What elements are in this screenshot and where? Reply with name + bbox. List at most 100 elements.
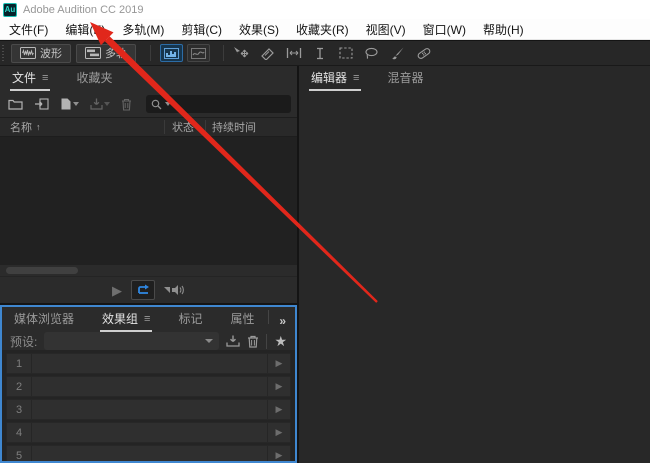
multitrack-view-button[interactable]: 多轨 (76, 43, 136, 63)
speaker-caret-icon (164, 287, 170, 293)
slot-empty[interactable] (32, 377, 267, 396)
tab-files[interactable]: 文件 ≡ (10, 65, 51, 91)
waveform-button-label: 波形 (40, 48, 62, 60)
file-list-header: 名称 ↑ 状态 持续时间 (0, 117, 297, 137)
tab-media-browser[interactable]: 媒体浏览器 (12, 307, 76, 332)
title-bar: Au Adobe Audition CC 2019 (0, 0, 650, 19)
new-file-caret-icon (73, 102, 79, 106)
tab-effects-rack[interactable]: 效果组 ≡ (100, 307, 153, 332)
save-file-caret-icon (104, 102, 110, 106)
time-selection-tool[interactable] (311, 45, 328, 61)
delete-file-icon[interactable] (121, 98, 132, 111)
multitrack-icon (85, 47, 101, 59)
menu-window[interactable]: 窗口(W) (423, 21, 466, 38)
column-divider[interactable] (205, 120, 206, 134)
column-duration[interactable]: 持续时间 (212, 119, 256, 135)
toolbar-grip-handle[interactable] (2, 44, 7, 62)
paintbrush-selection-tool[interactable] (389, 45, 406, 61)
rack-slot-list: 1 ▶ 2 ▶ 3 ▶ 4 ▶ 5 ▶ (2, 350, 295, 461)
spectral-frequency-display-toggle[interactable] (160, 44, 183, 62)
column-name[interactable]: 名称 ↑ (10, 119, 41, 135)
play-button[interactable]: ▶ (112, 284, 122, 297)
slot-empty[interactable] (32, 354, 267, 373)
slot-arrow-icon[interactable]: ▶ (267, 446, 290, 461)
tab-markers[interactable]: 标记 (176, 307, 204, 332)
autoplay-speaker-button[interactable] (164, 284, 185, 296)
panel-menu-icon[interactable]: ≡ (42, 72, 48, 84)
preset-row: 预设: ★ (2, 332, 295, 350)
toolbar-divider (223, 45, 224, 61)
rack-slot-row[interactable]: 1 ▶ (6, 353, 291, 374)
column-divider[interactable] (164, 120, 165, 134)
window-title: Adobe Audition CC 2019 (23, 3, 144, 16)
lasso-selection-tool[interactable] (363, 45, 380, 61)
panel-menu-icon[interactable]: ≡ (144, 313, 150, 325)
file-search-input[interactable] (146, 95, 291, 113)
favorite-star-icon[interactable]: ★ (274, 334, 287, 348)
tab-editor[interactable]: 编辑器 ≡ (309, 65, 362, 91)
menu-clip[interactable]: 剪辑(C) (181, 21, 222, 38)
spectral-pitch-display-toggle[interactable] (187, 44, 210, 62)
divider (266, 333, 268, 349)
new-file-icon[interactable] (60, 98, 79, 110)
razor-tool[interactable] (259, 45, 276, 61)
move-tool[interactable] (233, 45, 250, 61)
panel-overflow-icon[interactable]: » (279, 314, 286, 332)
preset-dropdown[interactable] (44, 332, 220, 350)
slot-arrow-icon[interactable]: ▶ (267, 354, 290, 373)
rack-slot-row[interactable]: 2 ▶ (6, 376, 291, 397)
import-file-icon[interactable] (34, 97, 49, 111)
slot-empty[interactable] (32, 446, 267, 461)
main-toolbar: 波形 多轨 (0, 41, 650, 66)
menu-file[interactable]: 文件(F) (9, 21, 48, 38)
toolbar-divider (150, 45, 151, 61)
menu-edit[interactable]: 编辑(E) (65, 21, 105, 38)
column-status[interactable]: 状态 (172, 119, 194, 135)
open-file-icon[interactable] (8, 98, 23, 110)
tab-mixer[interactable]: 混音器 (385, 65, 425, 91)
waveform-view-button[interactable]: 波形 (11, 43, 71, 63)
slot-arrow-icon[interactable]: ▶ (267, 400, 290, 419)
scrollbar-thumb[interactable] (6, 267, 78, 274)
menu-effects[interactable]: 效果(S) (239, 21, 279, 38)
slip-tool[interactable] (285, 45, 302, 61)
editor-panel: 编辑器 ≡ 混音器 (299, 66, 650, 463)
menu-view[interactable]: 视图(V) (366, 21, 406, 38)
files-toolbar (0, 91, 297, 117)
spot-healing-brush-tool[interactable] (415, 45, 432, 61)
slot-arrow-icon[interactable]: ▶ (267, 423, 290, 442)
delete-preset-icon[interactable] (247, 335, 259, 348)
tab-properties[interactable]: 属性 (228, 307, 256, 332)
menu-favorites[interactable]: 收藏夹(R) (296, 21, 349, 38)
save-preset-icon[interactable] (226, 335, 241, 347)
effects-rack-panel: 媒体浏览器 效果组 ≡ 标记 属性 » 预设: ★ 1 ▶ 2 ▶ 3 ▶ 4 … (0, 305, 297, 463)
slot-empty[interactable] (32, 400, 267, 419)
tab-divider (268, 309, 270, 324)
slot-number: 3 (7, 400, 32, 419)
search-icon (151, 99, 162, 109)
save-file-icon[interactable] (90, 98, 110, 110)
panel-menu-icon[interactable]: ≡ (353, 72, 359, 84)
files-transport-bar: ▶ (0, 276, 297, 303)
rack-slot-row[interactable]: 4 ▶ (6, 422, 291, 443)
slot-arrow-icon[interactable]: ▶ (267, 377, 290, 396)
loop-playback-button[interactable] (131, 280, 155, 300)
search-options-caret-icon (165, 102, 171, 106)
rack-slot-row[interactable]: 5 ▶ (6, 445, 291, 461)
waveform-icon (20, 47, 36, 59)
chevron-down-icon (205, 339, 214, 343)
speaker-icon (172, 285, 184, 295)
marquee-selection-tool[interactable] (337, 45, 354, 61)
slot-empty[interactable] (32, 423, 267, 442)
menu-help[interactable]: 帮助(H) (483, 21, 524, 38)
menu-bar: 文件(F) 编辑(E) 多轨(M) 剪辑(C) 效果(S) 收藏夹(R) 视图(… (0, 19, 650, 40)
file-list-empty-area[interactable] (0, 137, 297, 265)
tab-favorites[interactable]: 收藏夹 (74, 65, 114, 91)
editor-empty-area (299, 91, 650, 463)
slot-number: 4 (7, 423, 32, 442)
multitrack-button-label: 多轨 (105, 48, 127, 60)
file-list-horizontal-scrollbar[interactable] (0, 265, 297, 276)
menu-multitrack[interactable]: 多轨(M) (122, 21, 164, 38)
rack-panel-tabbar: 媒体浏览器 效果组 ≡ 标记 属性 » (2, 307, 295, 332)
rack-slot-row[interactable]: 3 ▶ (6, 399, 291, 420)
